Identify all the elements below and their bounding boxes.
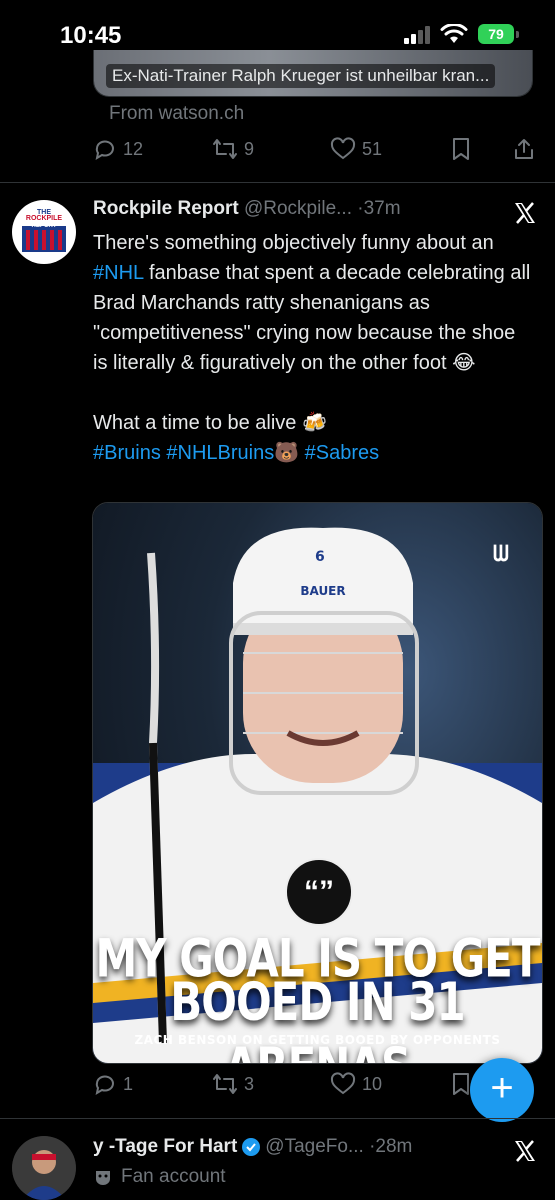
media-headline-2: BOOED IN 31 ARENAS [170, 971, 465, 1063]
fan-account-label: Fan account [93, 1166, 226, 1188]
repost-count: 9 [244, 138, 255, 159]
reply-button[interactable]: 1 [93, 1072, 133, 1096]
tweet-header: y -Tage For Hart @TageFo... ·28m [93, 1136, 412, 1158]
hashtag-bruins[interactable]: #Bruins [93, 442, 161, 464]
avatar-text-3: REPORT [31, 223, 56, 229]
avatar-text-2: ROCKPILE [26, 215, 63, 222]
fan-icon [96, 1171, 110, 1185]
helmet-number: 6 [315, 549, 325, 565]
previous-tweet-actions: 12 9 51 [0, 137, 555, 167]
author-name[interactable]: y -Tage For Hart [93, 1136, 237, 1157]
link-card-title: Ex-Nati-Trainer Ralph Krueger ist unheil… [106, 64, 496, 88]
media-subline: ZACH BENSON ON GETTING BOOED BY OPPONENT… [134, 1033, 501, 1047]
author-name[interactable]: Rockpile Report [93, 198, 239, 219]
battery-tip [516, 31, 519, 38]
tweet-paragraph-1: There's something objectively funny abou… [93, 228, 533, 378]
hashtag-sabres[interactable]: #Sabres [305, 442, 380, 464]
share-icon [515, 139, 533, 159]
tweet-header: Rockpile Report @Rockpile... ·37m [93, 198, 401, 220]
like-button[interactable]: 10 [330, 1072, 382, 1096]
link-source[interactable]: From watson.ch [109, 103, 244, 125]
tweet-paragraph-2: What a time to be alive 🍻 [93, 412, 327, 434]
reply-icon [95, 1075, 114, 1096]
like-icon [330, 137, 356, 160]
hashtag-nhl[interactable]: #NHL [93, 262, 143, 284]
like-button[interactable]: 51 [330, 137, 382, 161]
tweet-text: There's something objectively funny abou… [93, 228, 533, 468]
avatar[interactable]: THE ROCKPILE REPORT [12, 200, 76, 264]
compose-button[interactable]: + [470, 1058, 534, 1122]
wifi-icon [440, 24, 468, 43]
plus-icon: + [490, 1066, 514, 1110]
repost-button[interactable]: 3 [212, 1072, 254, 1096]
tweet-hashtags: #Bruins #NHLBruins🐻 #Sabres [93, 438, 533, 468]
tweet-divider [0, 1118, 555, 1119]
repost-button[interactable]: 9 [212, 137, 254, 161]
signal-icon [404, 26, 430, 44]
bookmark-button[interactable] [450, 1072, 472, 1096]
tweet-text-part: There's something objectively funny abou… [93, 232, 494, 254]
bookmark-icon [453, 138, 469, 160]
tweet-text-part: fanbase that spent a decade celebrating … [93, 262, 531, 374]
reply-count: 1 [123, 1073, 134, 1094]
like-icon [330, 1072, 356, 1095]
reply-icon [95, 140, 114, 161]
avatar[interactable] [12, 1136, 76, 1200]
repost-icon [213, 139, 237, 159]
brand-logo-icon: ᗯ [493, 541, 509, 566]
x-logo-icon[interactable] [512, 1138, 538, 1164]
author-handle[interactable]: @Rockpile... [244, 198, 352, 219]
time-ago[interactable]: 37m [364, 198, 401, 219]
share-button[interactable] [512, 137, 536, 161]
author-handle[interactable]: @TageFo... [265, 1136, 364, 1157]
reply-button[interactable]: 12 [93, 137, 143, 161]
bookmark-icon [453, 1073, 469, 1095]
tweet-media[interactable]: 6 BAUER ᗯ “” MY GOAL IS TO GET BOOED IN … [92, 502, 543, 1064]
tweet-divider [0, 182, 555, 183]
avatar-image [12, 1136, 76, 1200]
like-count: 51 [362, 138, 383, 159]
repost-icon [213, 1074, 237, 1094]
rockpile-logo: THE ROCKPILE REPORT [22, 209, 66, 252]
verified-icon [242, 1137, 261, 1156]
helmet-brand: BAUER [300, 584, 345, 598]
link-card[interactable]: Ex-Nati-Trainer Ralph Krueger ist unheil… [93, 50, 533, 97]
repost-count: 3 [244, 1073, 255, 1094]
bruins-emoji: 🐻 [274, 442, 300, 464]
like-count: 10 [362, 1073, 383, 1094]
reply-count: 12 [123, 138, 144, 159]
battery-indicator: 79 [478, 24, 514, 44]
bookmark-button[interactable] [450, 137, 472, 161]
status-time: 10:45 [60, 22, 122, 49]
fan-account-text: Fan account [121, 1166, 226, 1187]
quote-icon: “” [285, 858, 353, 926]
hashtag-nhlbruins[interactable]: #NHLBruins [166, 442, 274, 464]
x-logo-icon[interactable] [512, 200, 538, 226]
time-ago[interactable]: 28m [375, 1136, 412, 1157]
